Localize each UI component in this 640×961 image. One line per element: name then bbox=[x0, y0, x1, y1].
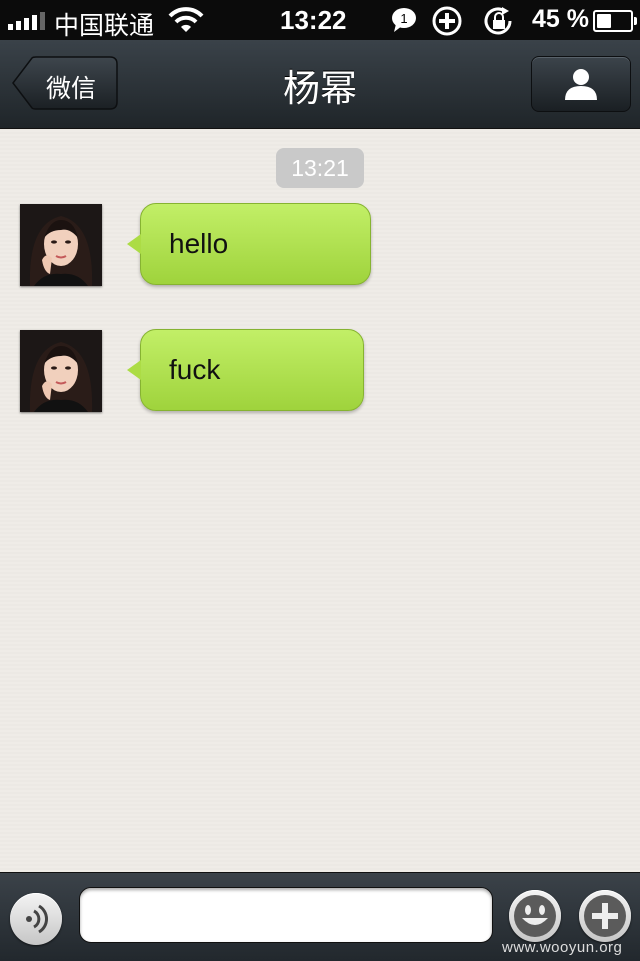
status-time: 13:22 bbox=[280, 5, 347, 35]
person-icon bbox=[565, 69, 597, 100]
message-input[interactable] bbox=[79, 887, 493, 943]
plus-icon bbox=[584, 895, 626, 937]
contact-avatar[interactable] bbox=[20, 330, 102, 412]
svg-text:1: 1 bbox=[400, 11, 407, 26]
status-bar: 中国联通 13:22 1 45 % bbox=[0, 0, 640, 40]
message-timestamp: 13:21 bbox=[276, 148, 364, 188]
navigation-bar: 微信 杨幂 bbox=[0, 40, 640, 129]
voice-icon bbox=[26, 904, 49, 934]
watermark: www.wooyun.org bbox=[502, 939, 623, 956]
contact-profile-button[interactable] bbox=[531, 56, 631, 112]
rotation-lock-icon bbox=[484, 7, 512, 35]
add-circle-icon bbox=[432, 6, 462, 36]
message-text: fuck bbox=[169, 354, 221, 385]
chat-area[interactable]: 13:21 hello fuck bbox=[0, 129, 640, 872]
signal-icon bbox=[8, 10, 45, 30]
more-button[interactable] bbox=[579, 890, 631, 942]
message-bubble[interactable]: hello bbox=[127, 203, 371, 285]
battery-icon bbox=[593, 10, 637, 32]
message-text: hello bbox=[169, 228, 229, 259]
smiley-icon bbox=[514, 895, 556, 937]
wifi-icon bbox=[168, 7, 204, 32]
battery-percent: 45 % bbox=[532, 5, 589, 33]
contact-avatar[interactable] bbox=[20, 204, 102, 286]
voice-button[interactable] bbox=[10, 893, 62, 945]
message-bubble[interactable]: fuck bbox=[127, 329, 364, 411]
carrier-name: 中国联通 bbox=[54, 11, 155, 40]
chat-notification-icon: 1 bbox=[392, 8, 416, 32]
emoji-button[interactable] bbox=[509, 890, 561, 942]
